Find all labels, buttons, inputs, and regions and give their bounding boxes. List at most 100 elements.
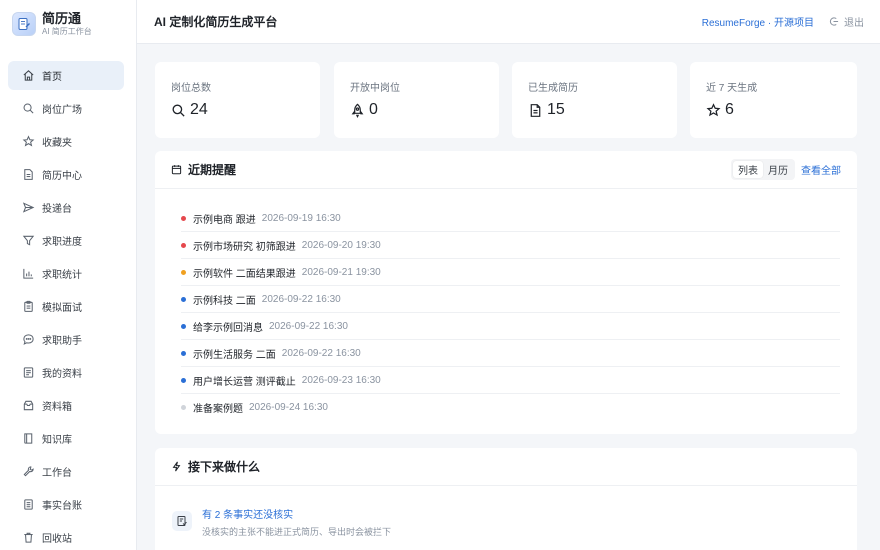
stat-label: 近 7 天生成 [706,83,758,94]
lightning-icon [172,461,181,472]
reminder-time: 2026-09-20 19:30 [301,239,381,251]
reminder-title: 准备案例题 [193,404,243,415]
chat-icon [22,333,35,346]
reminder-title: 给李示例回消息 [193,322,263,334]
next-step-item[interactable]: 有 2 条事实还没核实 没核实的主张不能进正式简历、导出时会被拦下 [155,486,857,538]
reminder-item[interactable]: 示例软件 二面结果跟进 2026-09-21 19:30 [181,259,840,286]
reminder-time: 2026-09-22 16:30 [269,320,348,332]
sidebar-item-materials[interactable]: 资料箱 [8,391,124,420]
stat-value: 24 [190,101,208,118]
status-dot [181,405,186,410]
sidebar-item-label: 求职统计 [42,270,82,281]
view-list-button[interactable]: 列表 [733,161,763,178]
sidebar-item-label: 投递台 [42,204,72,215]
sidebar-item-label: 首页 [42,72,62,83]
sidebar-item-ledger[interactable]: 事实台账 [8,490,124,519]
sidebar-item-label: 知识库 [42,435,72,446]
reminder-title: 示例软件 二面结果跟进 [193,268,296,280]
star-icon [706,102,721,116]
funnel-icon [22,234,35,247]
checklist-icon [172,511,192,531]
sidebar-item-mock-interview[interactable]: 模拟面试 [8,292,124,321]
stat-card-open-jobs: 开放中岗位 0 [334,62,499,138]
send-icon [22,201,35,214]
reminder-item[interactable]: 用户增长运营 测评截止 2026-09-23 16:30 [181,367,840,394]
book-icon [22,432,35,445]
sidebar-item-label: 资料箱 [42,402,72,413]
reminder-item[interactable]: 给李示例回消息 2026-09-22 16:30 [181,313,840,340]
status-dot [181,269,186,275]
sidebar-item-apply[interactable]: 投递台 [8,193,124,222]
sidebar-item-stats[interactable]: 求职统计 [8,259,124,288]
search-icon [22,102,35,115]
sidebar-item-resumes[interactable]: 简历中心 [8,160,124,189]
reminder-title: 示例生活服务 二面 [193,349,276,361]
reminder-title: 示例市场研究 初筛跟进 [193,241,296,253]
sidebar-item-label: 求职助手 [42,336,82,347]
sidebar-item-label: 我的资料 [42,369,82,380]
sidebar-item-label: 模拟面试 [42,303,82,314]
document-icon [530,103,541,117]
sidebar-item-progress[interactable]: 求职进度 [8,226,124,255]
calendar-icon [171,165,182,175]
next-step-description: 没核实的主张不能进正式简历、导出时会被拦下 [202,527,392,537]
sidebar-item-jobs[interactable]: 岗位广场 [8,94,124,123]
wrench-icon [22,465,35,478]
sidebar-item-label: 简历中心 [42,171,82,182]
reminder-time: 2026-09-22 16:30 [281,347,361,359]
next-step-title: 有 2 条事实还没核实 [202,510,294,521]
stat-value: 0 [369,101,378,118]
status-dot [181,323,186,329]
sidebar-item-trash[interactable]: 回收站 [8,523,124,550]
reminders-title: 近期提醒 [188,163,237,177]
logout-label: 退出 [844,18,864,29]
search-icon [172,104,185,117]
top-header: AI 定制化简历生成平台 ResumeForge · 开源项目 退出 [137,0,880,44]
sidebar-item-home[interactable]: 首页 [8,61,124,90]
reminder-list: 示例电商 跟进 2026-09-19 16:30 示例市场研究 初筛跟进 2026-0… [155,189,857,421]
sidebar-item-label: 岗位广场 [42,105,82,116]
sidebar-item-assistant[interactable]: 求职助手 [8,325,124,354]
stat-label: 已生成简历 [528,83,578,94]
reminder-item[interactable]: 示例市场研究 初筛跟进 2026-09-20 19:30 [181,232,840,259]
document-icon [22,168,35,181]
reminder-time: 2026-09-24 16:30 [249,402,328,413]
sidebar-item-favorites[interactable]: 收藏夹 [8,127,124,156]
reminder-title: 示例科技 二面 [193,295,256,307]
logout-button[interactable]: 退出 [828,14,864,29]
reminder-time: 2026-09-22 16:30 [261,293,341,305]
reminder-item[interactable]: 准备案例题 2026-09-24 16:30 [181,394,840,421]
stat-value: 6 [725,101,734,118]
reminder-item[interactable]: 示例科技 二面 2026-09-22 16:30 [181,286,840,313]
reminder-time: 2026-09-21 19:30 [301,266,381,278]
clipboard-icon [22,300,35,313]
sidebar-item-knowledge[interactable]: 知识库 [8,424,124,453]
brand-name: 简历通 [42,11,82,26]
next-steps-title: 接下来做什么 [188,460,261,474]
rocket-icon [351,103,364,118]
stat-label: 开放中岗位 [350,83,400,94]
view-all-link[interactable]: 查看全部 [801,162,841,177]
star-icon [22,135,35,148]
project-link[interactable]: ResumeForge · 开源项目 [702,14,814,29]
stat-value: 15 [547,101,565,118]
reminder-title: 示例电商 跟进 [193,214,256,226]
reminder-item[interactable]: 示例生活服务 二面 2026-09-22 16:30 [181,340,840,367]
stat-label: 岗位总数 [171,83,211,94]
reminder-item[interactable]: 示例电商 跟进 2026-09-19 16:30 [181,205,840,232]
view-switch: 列表 月历 [731,159,795,180]
sidebar-item-label: 事实台账 [42,501,82,512]
sidebar-nav: 首页 岗位广场 收藏夹 简历中心 投递台 求职进度 求职统计 模拟面试 求职助手… [0,61,136,550]
status-dot [181,296,186,302]
sidebar-item-workbench[interactable]: 工作台 [8,457,124,486]
status-dot [181,350,186,356]
sidebar: 简历通 AI 简历工作台 首页 岗位广场 收藏夹 简历中心 投递台 求职进度 求… [0,0,137,550]
sidebar-item-profile[interactable]: 我的资料 [8,358,124,387]
ledger-icon [22,498,35,511]
reminder-title: 用户增长运营 测评截止 [193,376,296,388]
brand-subtitle: AI 简历工作台 [42,27,92,36]
view-month-button[interactable]: 月历 [763,161,793,178]
logo-icon [12,12,36,36]
sidebar-item-label: 工作台 [42,468,72,479]
brand[interactable]: 简历通 AI 简历工作台 [0,0,136,48]
